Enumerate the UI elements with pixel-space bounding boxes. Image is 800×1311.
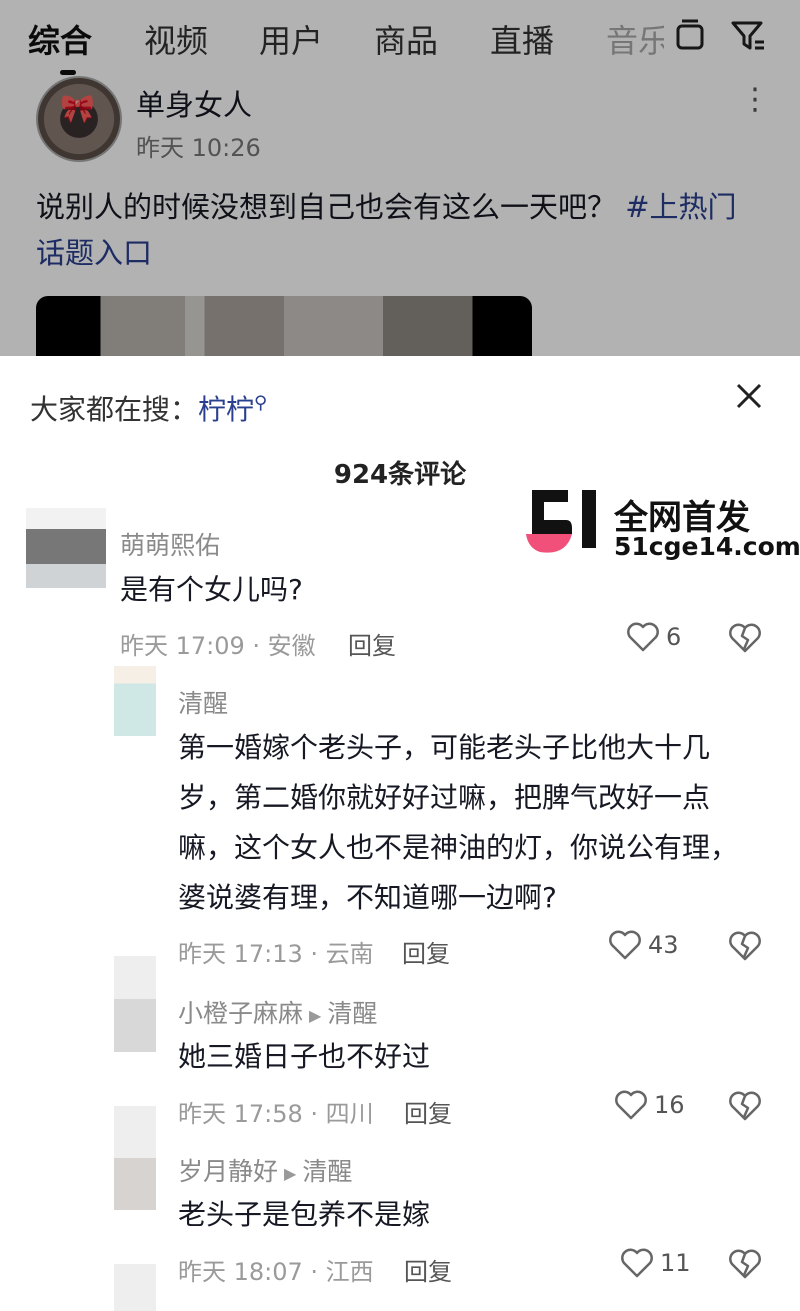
like-count: 16 — [654, 1091, 685, 1119]
watermark-url: 51cge14.com — [614, 532, 800, 561]
trending-search-term[interactable]: 柠柠 — [198, 393, 254, 426]
commenter-avatar[interactable] — [114, 1264, 156, 1311]
comment-username-text[interactable]: 岁月静好 — [178, 1157, 278, 1186]
watermark-logo — [526, 490, 596, 553]
heart-icon — [621, 1248, 653, 1278]
comment-username[interactable]: 小橙子麻麻 ▶ 清醒 — [178, 994, 377, 1030]
comment-text: 她三婚日子也不好过 — [178, 1040, 431, 1073]
like-count: 6 — [666, 623, 682, 651]
reply-arrow-icon: ▶ — [284, 1163, 297, 1183]
reply-button[interactable]: 回复 — [404, 1094, 452, 1129]
broken-heart-icon[interactable] — [728, 1090, 762, 1122]
search-icon: ⚲ — [254, 392, 268, 414]
comment-meta: 昨天 18:07 · 江西 — [178, 1258, 374, 1286]
heart-icon — [609, 930, 641, 960]
comment-meta: 昨天 17:13 · 云南 — [178, 940, 374, 968]
broken-heart-icon[interactable] — [728, 930, 762, 962]
like-count: 11 — [660, 1249, 691, 1277]
comment-meta: 昨天 17:09 · 安徽 — [120, 632, 316, 660]
like-button[interactable]: 11 — [620, 1248, 691, 1278]
close-icon[interactable] — [733, 380, 765, 412]
broken-heart-icon[interactable] — [728, 1248, 762, 1280]
modal-overlay[interactable] — [0, 0, 800, 356]
reply-button[interactable]: 回复 — [402, 934, 450, 969]
reply-to-username[interactable]: 清醒 — [327, 999, 377, 1028]
like-button[interactable]: 16 — [614, 1090, 685, 1120]
heart-icon — [615, 1090, 647, 1120]
comment-username[interactable]: 岁月静好 ▶ 清醒 — [178, 1152, 352, 1188]
comment-username-text[interactable]: 小橙子麻麻 — [178, 999, 303, 1028]
comment-text: 是有个女儿吗? — [120, 573, 303, 606]
reply-to-username[interactable]: 清醒 — [302, 1157, 352, 1186]
broken-heart-icon[interactable] — [728, 622, 762, 654]
heart-icon — [627, 622, 659, 652]
search-results-feed: 综合 视频 用户 商品 直播 音乐 🎀 单身女人 昨天 10:26 ⋮ 说别人的… — [0, 0, 800, 356]
watermark: 全网首发 51cge14.com — [526, 490, 800, 561]
comment-meta: 昨天 17:58 · 四川 — [178, 1100, 374, 1128]
comment-text: 第一婚嫁个老头子，可能老头子比他大十几岁，第二婚你就好好过嘛，把脾气改好一点嘛，… — [178, 731, 739, 914]
reply-button[interactable]: 回复 — [348, 626, 396, 661]
commenter-avatar[interactable] — [114, 1106, 156, 1210]
commenter-avatar[interactable] — [26, 508, 106, 588]
comment-sheet: 大家都在搜：柠柠⚲ 924条评论 全网首发 51cge14.com 萌萌熙佑 是… — [0, 356, 800, 1311]
reply-arrow-icon: ▶ — [309, 1005, 322, 1025]
comment-username[interactable]: 清醒 — [178, 684, 228, 720]
trending-search-label: 大家都在搜： — [30, 393, 199, 426]
comment-username[interactable]: 萌萌熙佑 — [120, 526, 220, 562]
commenter-avatar[interactable] — [114, 956, 156, 1052]
comment-count: 924条评论 — [333, 460, 467, 490]
like-count: 43 — [648, 931, 679, 959]
like-button[interactable]: 6 — [626, 622, 681, 652]
comment-text: 老头子是包养不是嫁 — [178, 1198, 431, 1231]
trending-search-hint[interactable]: 大家都在搜：柠柠⚲ — [30, 388, 267, 428]
reply-button[interactable]: 回复 — [404, 1252, 452, 1287]
like-button[interactable]: 43 — [608, 930, 679, 960]
commenter-avatar[interactable] — [114, 666, 156, 736]
